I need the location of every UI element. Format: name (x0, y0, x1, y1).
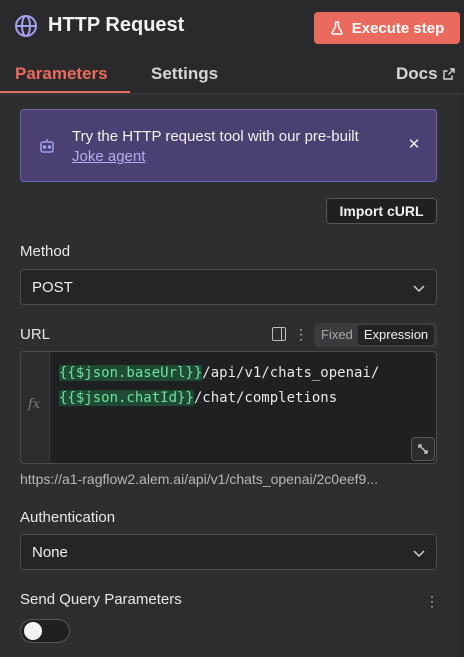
url-expression-code: {{$json.baseUrl}}/api/v1/chats_openai/ {… (59, 361, 379, 411)
authentication-label: Authentication (20, 509, 116, 526)
code-text: /api/v1/chats_openai/ (202, 365, 380, 381)
panel-toggle-icon[interactable] (272, 327, 286, 341)
tabs-divider (0, 93, 464, 94)
authentication-value: None (32, 544, 68, 561)
tab-docs[interactable]: Docs (396, 64, 455, 84)
execute-step-label: Execute step (351, 19, 445, 37)
tab-parameters[interactable]: Parameters (15, 64, 108, 84)
chevron-down-icon (413, 285, 425, 293)
url-label: URL (20, 326, 51, 343)
send-query-label: Send Query Parameters (20, 591, 182, 608)
import-curl-button[interactable]: Import cURL (326, 198, 437, 224)
expression-token: {{$json.chatId}} (59, 390, 194, 406)
expand-editor-button[interactable] (411, 437, 435, 461)
more-options-icon[interactable]: ⋮ (425, 593, 439, 610)
expand-icon (418, 444, 428, 454)
resolved-url-preview: https://a1-ragflow2.alem.ai/api/v1/chats… (20, 471, 378, 487)
close-icon[interactable]: ✕ (406, 137, 422, 153)
method-select[interactable]: POST (20, 269, 437, 305)
node-title: HTTP Request (48, 14, 185, 36)
chevron-down-icon (413, 550, 425, 558)
method-label: Method (20, 243, 71, 260)
joke-agent-callout: Try the HTTP request tool with our pre-b… (20, 109, 437, 182)
tab-settings[interactable]: Settings (151, 64, 218, 84)
code-text: /chat/completions (193, 390, 338, 406)
flask-icon (330, 21, 343, 35)
globe-icon (15, 15, 37, 37)
url-field-actions: ⋮ (272, 327, 308, 341)
mode-expression-option[interactable]: Expression (358, 325, 434, 345)
external-link-icon (442, 68, 455, 80)
url-expression-editor[interactable]: fx {{$json.baseUrl}}/api/v1/chats_openai… (20, 351, 437, 464)
tab-docs-label: Docs (396, 64, 438, 83)
fx-icon: fx (28, 397, 41, 412)
expression-token: {{$json.baseUrl}} (59, 365, 203, 381)
send-query-toggle[interactable] (20, 619, 70, 643)
panel-header: HTTP Request Execute step (0, 0, 464, 54)
robot-icon (40, 139, 54, 153)
more-options-icon[interactable]: ⋮ (294, 327, 308, 341)
toggle-knob (24, 622, 42, 640)
node-panel: HTTP Request Execute step Parameters Set… (0, 0, 464, 657)
joke-agent-link[interactable]: Joke agent (72, 147, 145, 167)
authentication-select[interactable]: None (20, 534, 437, 570)
callout-message: Try the HTTP request tool with our pre-b… (72, 128, 359, 145)
editor-gutter: fx (21, 352, 50, 463)
value-mode-toggle: Fixed Expression (314, 323, 437, 347)
callout-text: Try the HTTP request tool with our pre-b… (72, 127, 392, 167)
tab-bar: Parameters Settings Docs (0, 54, 464, 94)
mode-fixed-option[interactable]: Fixed (321, 327, 353, 342)
method-value: POST (32, 279, 73, 296)
execute-step-button[interactable]: Execute step (314, 12, 460, 44)
